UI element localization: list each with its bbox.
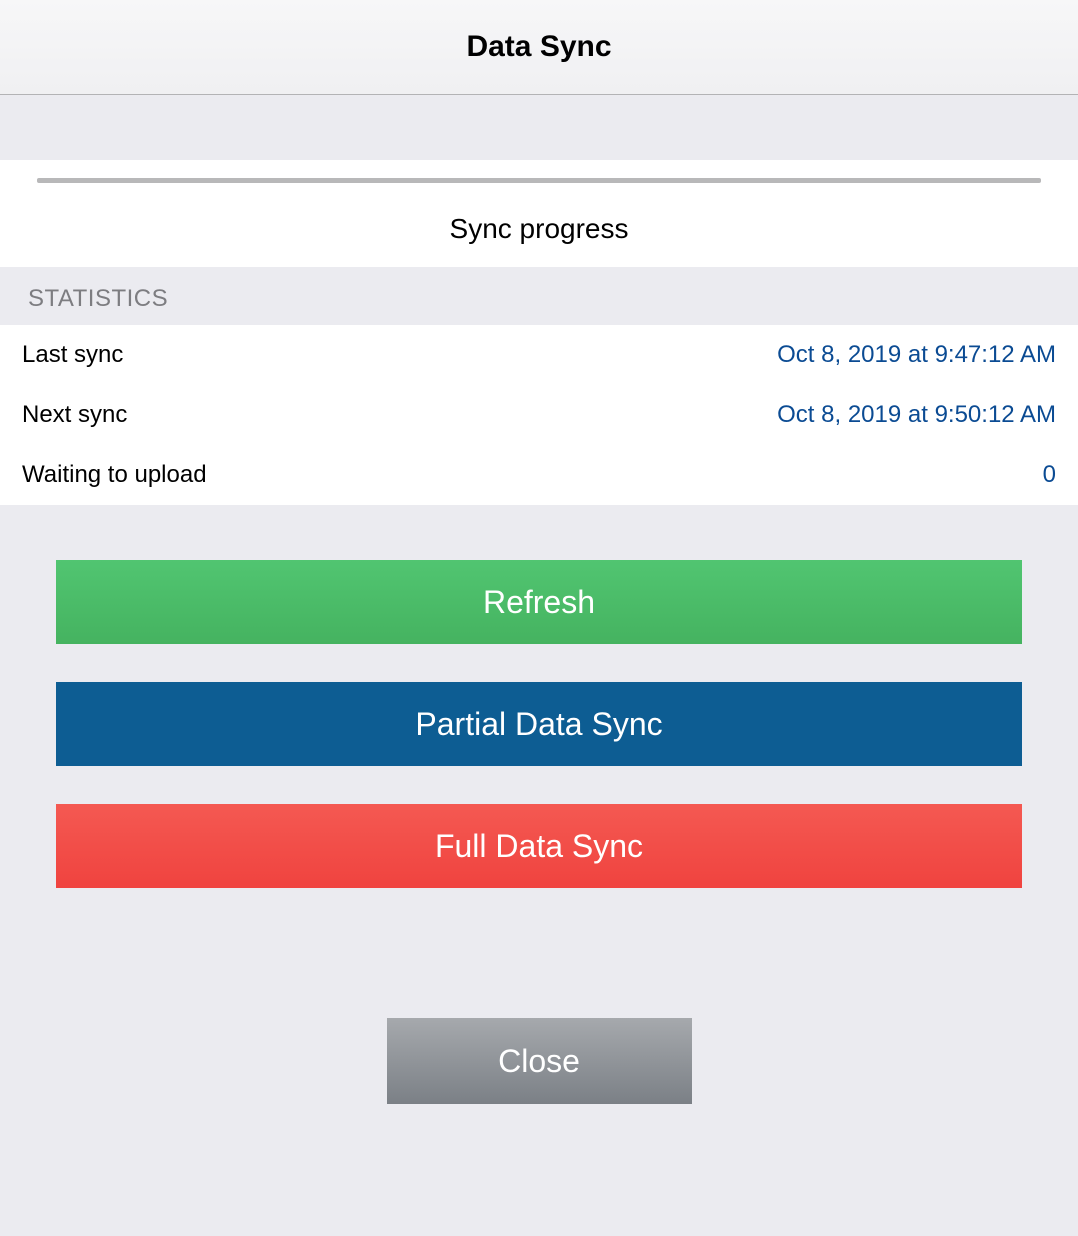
close-button[interactable]: Close	[387, 1018, 692, 1104]
stat-label: Last sync	[22, 341, 123, 369]
stat-label: Waiting to upload	[22, 461, 207, 489]
refresh-button[interactable]: Refresh	[56, 560, 1022, 644]
stat-label: Next sync	[22, 401, 127, 429]
stat-value: Oct 8, 2019 at 9:50:12 AM	[777, 401, 1056, 429]
stat-value: Oct 8, 2019 at 9:47:12 AM	[777, 341, 1056, 369]
statistics-section: Last sync Oct 8, 2019 at 9:47:12 AM Next…	[0, 325, 1078, 505]
buttons-section: Refresh Partial Data Sync Full Data Sync…	[0, 505, 1078, 1104]
progress-bar	[37, 178, 1041, 183]
stat-row-waiting-upload: Waiting to upload 0	[0, 445, 1078, 505]
close-container: Close	[56, 1018, 1022, 1104]
progress-section: Sync progress	[0, 160, 1078, 267]
spacer	[0, 95, 1078, 160]
progress-label: Sync progress	[0, 213, 1078, 245]
partial-sync-button[interactable]: Partial Data Sync	[56, 682, 1022, 766]
statistics-header: STATISTICS	[0, 267, 1078, 325]
page-header: Data Sync	[0, 0, 1078, 95]
stat-row-last-sync: Last sync Oct 8, 2019 at 9:47:12 AM	[0, 325, 1078, 385]
full-sync-button[interactable]: Full Data Sync	[56, 804, 1022, 888]
page-title: Data Sync	[466, 30, 611, 64]
stat-value: 0	[1043, 461, 1056, 489]
stat-row-next-sync: Next sync Oct 8, 2019 at 9:50:12 AM	[0, 385, 1078, 445]
